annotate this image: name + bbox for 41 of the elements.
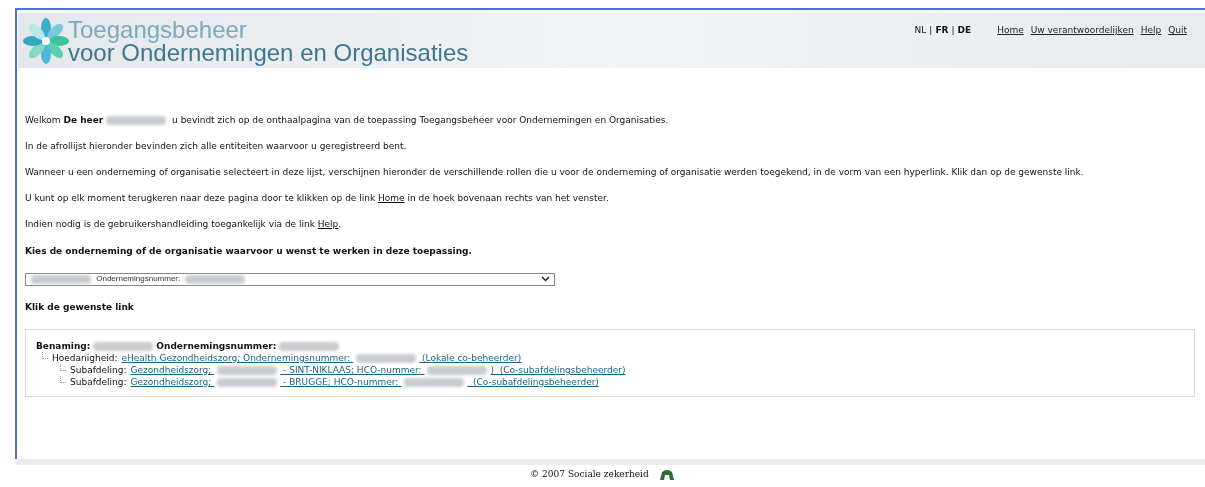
intro-paragraph: In de afrollijst hieronder bevinden zich alle entiteiten waarvoor u geregistreerd bent. xyxy=(25,141,408,152)
tree-label: Subafdeling: xyxy=(70,364,127,376)
separator-text: | xyxy=(951,23,955,37)
nav-link[interactable]: Quit xyxy=(1168,23,1187,38)
tree-label: Subafdeling: xyxy=(70,376,127,388)
tree-label: Ondernemingsnummer: xyxy=(156,340,277,352)
nav-link[interactable]: Home xyxy=(997,23,1024,38)
redacted-text xyxy=(427,366,488,375)
redacted-text xyxy=(217,366,278,375)
redacted-text xyxy=(31,274,91,284)
inline-link[interactable]: Home xyxy=(378,193,405,203)
language-link[interactable]: NL xyxy=(914,23,927,38)
redacted-text xyxy=(356,354,417,363)
logo-icon xyxy=(658,468,675,481)
language-link[interactable]: DE xyxy=(957,23,972,38)
app-title: Toegangsbeheer xyxy=(68,17,248,41)
tree-label: Hoedanigheid: xyxy=(52,352,118,364)
redacted-text xyxy=(404,378,465,387)
redacted-text xyxy=(217,378,278,387)
role-link[interactable]: eHealth Gezondheidszorg; Ondernemingsnummer: (Lokale co-beheerder) xyxy=(121,352,522,364)
separator-text: | xyxy=(929,23,933,37)
intro-paragraph: Wanneer u een onderneming of organisatie selecteert in deze lijst, verschijnen hieronder de verschillende rollen die u voor de onderneming of organisatie werden toegekend, in de vorm van een hyperlink. Klik dan op de gewenste link. xyxy=(25,167,1085,178)
nav-link[interactable]: Help xyxy=(1140,23,1162,38)
flower-logo-icon xyxy=(22,16,70,65)
redacted-text xyxy=(279,341,340,351)
role-link[interactable]: Gezondheidszorg; - SINT-NIKLAAS; HCO-nummer: ) (Co-subafdelingsbeheerder) xyxy=(130,364,626,376)
copyright-text: © 2007 Sociale zekerheid xyxy=(530,468,649,481)
redacted-text xyxy=(93,341,154,351)
tree-label: Benaming: xyxy=(36,340,91,352)
choose-heading: Kies de onderneming of de organisatie waarvoor u wenst te werken in deze toepassing. xyxy=(25,245,473,258)
language-link[interactable]: FR xyxy=(935,23,949,38)
intro-paragraph: U kunt op elk moment terugkeren naar deze pagina door te klikken op de link Home in de hoek bovenaan rechts van het venster. xyxy=(25,193,610,204)
intro-paragraph: Indien nodig is de gebruikershandleiding toegankelijk via de link Help. xyxy=(25,219,343,230)
organisation-select[interactable]: Ondernemingsnummer: xyxy=(25,272,555,286)
chevron-down-icon xyxy=(541,276,550,282)
redacted-text xyxy=(106,116,167,125)
intro-paragraph: Welkom De heer u bevindt zich op de onthaalpagina van de toepassing Toegangsbeheer voor Ondernemingen en Organisaties. xyxy=(25,115,670,126)
redacted-text xyxy=(185,274,246,284)
role-link[interactable]: Gezondheidszorg; - BRUGGE; HCO-nummer: (Co-subafdelingsbeheerder) xyxy=(130,376,599,388)
links-heading: Klik de gewenste link xyxy=(25,300,135,314)
nav-link[interactable]: Uw verantwoordelijken xyxy=(1030,23,1134,38)
